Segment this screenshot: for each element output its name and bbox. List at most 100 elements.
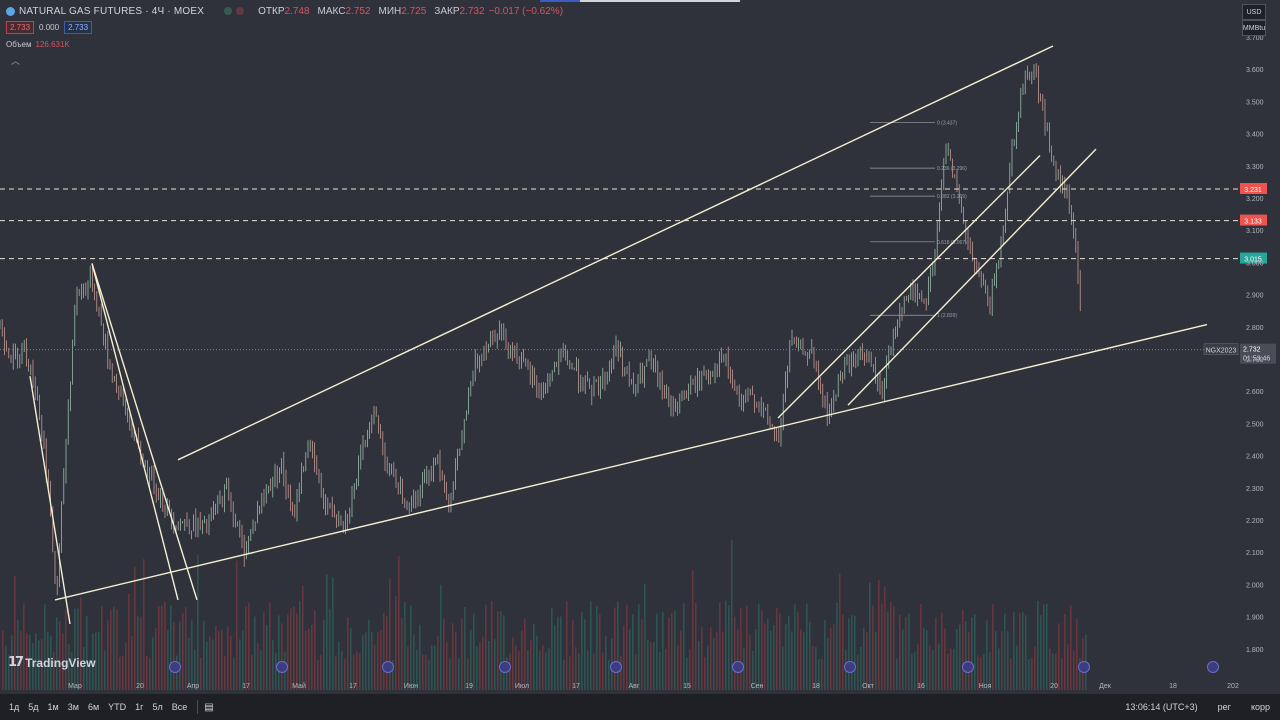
volume-bar: [200, 657, 202, 690]
timeframe-5d[interactable]: 5д: [28, 702, 38, 712]
volume-bar: [551, 607, 553, 690]
price-chart[interactable]: 3.2313.1333.015NGX2023 2.73201:53:460 (3.…: [0, 0, 1280, 720]
event-marker-icon[interactable]: [1207, 661, 1219, 673]
volume-bar: [623, 625, 625, 690]
volume-bar: [1016, 645, 1018, 690]
volume-bar: [389, 578, 391, 690]
volume-bar: [620, 655, 622, 690]
trendline-channel-2[interactable]: [847, 148, 1097, 406]
scale-mode-toggle[interactable]: рег: [1218, 702, 1231, 712]
volume-bar: [1058, 623, 1060, 690]
volume-bar: [992, 604, 994, 690]
event-marker-icon[interactable]: [732, 661, 744, 673]
high-label: МАКС: [317, 5, 346, 17]
trendline-down-1[interactable]: [91, 263, 198, 601]
volume-bar: [44, 604, 46, 690]
trendline-resistance[interactable]: [177, 45, 1054, 461]
y-tick-label: 2.000: [1246, 582, 1264, 589]
volume-bar: [923, 627, 925, 690]
volume-bar: [185, 607, 187, 690]
currency-selector[interactable]: USD: [1242, 4, 1266, 20]
volume-bar: [929, 645, 931, 690]
volume-bar: [293, 606, 295, 690]
volume-bar: [596, 605, 598, 690]
event-marker-icon[interactable]: [169, 661, 181, 673]
volume-bar: [398, 556, 400, 690]
volume-bar: [245, 606, 247, 690]
volume-legend[interactable]: Объем 126.631K: [6, 40, 70, 49]
timeframe-all[interactable]: Все: [172, 702, 188, 712]
symbol-title[interactable]: NATURAL GAS FUTURES · 4Ч · MOEX: [19, 6, 204, 17]
x-tick-label: 19: [465, 683, 473, 690]
volume-bar: [974, 614, 976, 690]
open-label: ОТКР: [258, 5, 285, 17]
timeframe-1d[interactable]: 1д: [9, 702, 19, 712]
volume-bar: [713, 637, 715, 690]
event-marker-icon[interactable]: [276, 661, 288, 673]
trendline-down-2[interactable]: [91, 263, 179, 601]
chart-stage[interactable]: 3.231 3.133 3.015 NGX2023 2.732 01:53:46 0 (3.…: [0, 0, 1280, 720]
volume-bar: [125, 642, 127, 690]
volume-bar: [1061, 658, 1063, 690]
event-marker-icon[interactable]: [844, 661, 856, 673]
volume-bar: [890, 602, 892, 690]
volume-bar: [446, 642, 448, 690]
volume-bar: [986, 620, 988, 690]
symbol-header[interactable]: NATURAL GAS FUTURES · 4Ч · MOEX ОТКР 2.74…: [6, 4, 563, 18]
event-marker-icon[interactable]: [499, 661, 511, 673]
timeframe-ytd[interactable]: YTD: [108, 702, 126, 712]
y-tick-label: 2.600: [1246, 389, 1264, 396]
volume-bar: [863, 627, 865, 690]
volume-bar: [173, 621, 175, 690]
event-marker-icon[interactable]: [1078, 661, 1090, 673]
volume-bar: [455, 631, 457, 690]
event-marker-icon[interactable]: [962, 661, 974, 673]
volume-bar: [803, 632, 805, 690]
close-value: 2.732: [459, 5, 485, 17]
timeframe-5y[interactable]: 5л: [152, 702, 162, 712]
y-tick-label: 2.700: [1246, 357, 1264, 364]
volume-bar: [77, 608, 79, 690]
volume-bar: [779, 612, 781, 690]
tradingview-logo[interactable]: 17 TradingView: [8, 655, 96, 670]
volume-bar: [560, 616, 562, 690]
trendline-channel-1[interactable]: [777, 155, 1041, 419]
y-tick-label: 2.100: [1246, 550, 1264, 557]
volume-bar: [1007, 631, 1009, 690]
y-tick-label: 2.900: [1246, 293, 1264, 300]
clock[interactable]: 13:06:14 (UTC+3): [1125, 702, 1197, 712]
x-tick-label: Май: [292, 682, 306, 690]
event-marker-icon[interactable]: [610, 661, 622, 673]
buy-button[interactable]: 2.733: [64, 21, 93, 34]
event-marker-icon[interactable]: [382, 661, 394, 673]
volume-bar: [1076, 619, 1078, 690]
calendar-icon[interactable]: ▤: [204, 702, 213, 713]
volume-bar: [1010, 659, 1012, 690]
timeframe-1m[interactable]: 1м: [48, 702, 59, 712]
instrument-label: NGX2023: [1206, 348, 1237, 355]
trendline-support[interactable]: [54, 323, 1208, 601]
exchange-icon: [6, 6, 15, 16]
volume-bar: [722, 631, 724, 690]
volume-bar: [725, 600, 727, 690]
sell-button[interactable]: 2.733: [6, 21, 35, 34]
volume-bar: [920, 603, 922, 690]
timeframe-6m[interactable]: 6м: [88, 702, 99, 712]
volume-bar: [299, 601, 301, 690]
volume-bar: [899, 614, 901, 690]
volume-bar: [251, 654, 253, 690]
timeframe-1y[interactable]: 1г: [135, 702, 143, 712]
volume-bar: [350, 628, 352, 690]
volume-bar: [557, 616, 559, 690]
volume-bar: [275, 652, 277, 690]
x-tick-label: Июл: [515, 683, 529, 690]
correction-toggle[interactable]: корр: [1251, 702, 1270, 712]
collapse-legend-icon[interactable]: ︿: [11, 54, 20, 67]
volume-bar: [1037, 600, 1039, 690]
volume-bar: [227, 626, 229, 690]
trade-buttons: 2.733 0.000 2.733: [6, 21, 93, 34]
volume-bar: [233, 658, 235, 690]
unit-selector[interactable]: MMBtu: [1242, 20, 1266, 36]
timeframe-3m[interactable]: 3м: [68, 702, 79, 712]
volume-bar: [368, 619, 370, 690]
